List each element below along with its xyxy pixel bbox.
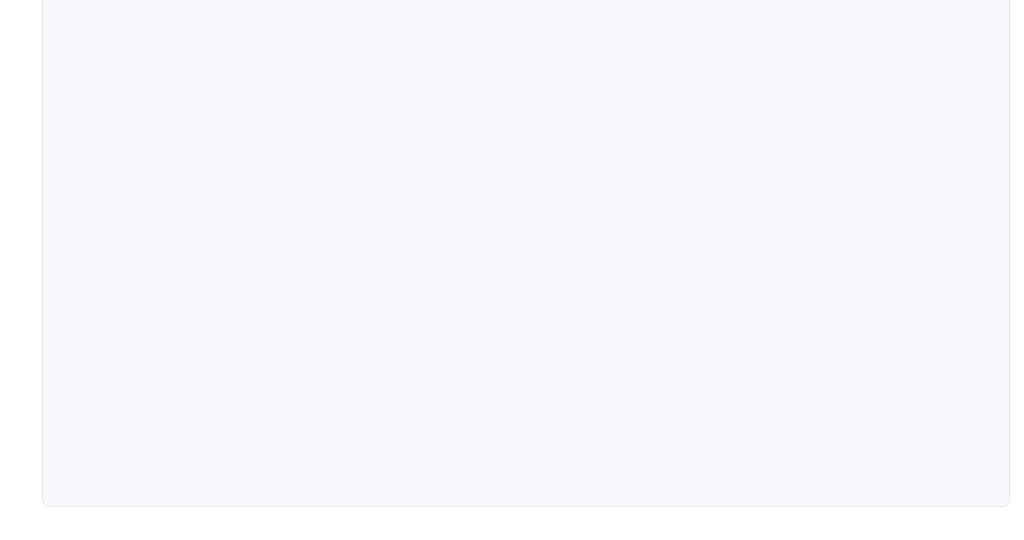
plan-comparison-table xyxy=(42,0,1010,507)
